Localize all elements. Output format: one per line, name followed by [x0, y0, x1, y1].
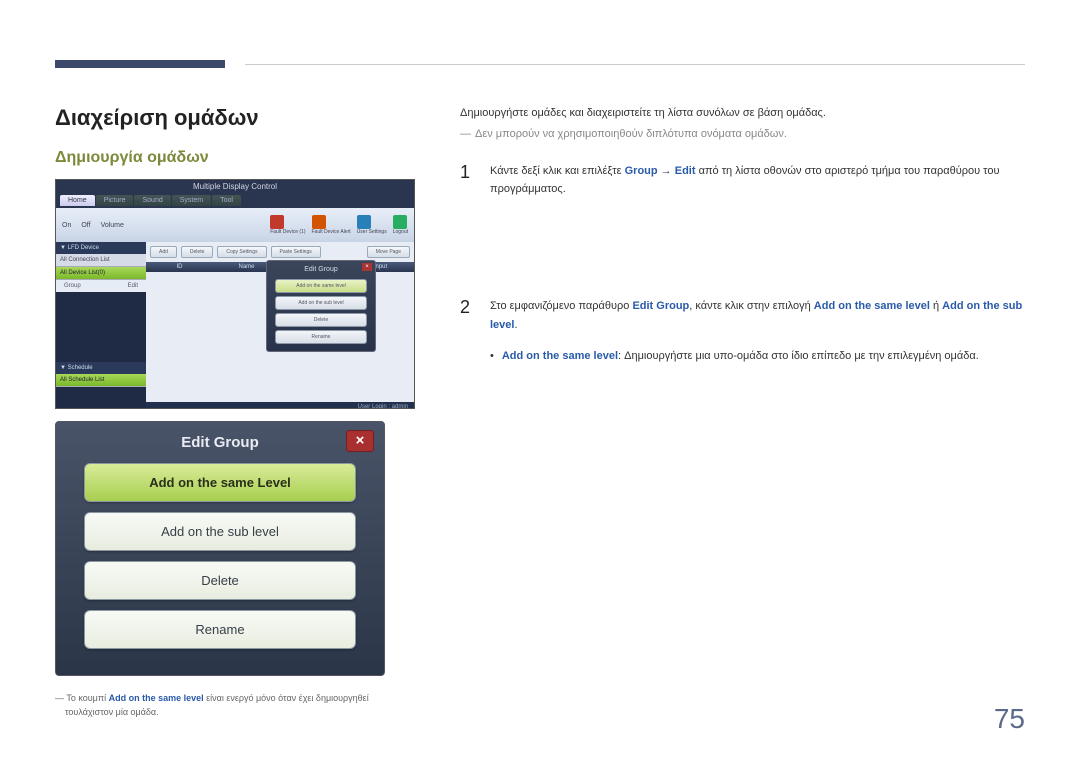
header-accent-bar: [55, 60, 225, 68]
step-1-number: 1: [460, 162, 476, 199]
edit-group-dialog: Edit Group × Add on the same Level Add o…: [55, 421, 385, 676]
step1-kw-edit: Edit: [675, 165, 696, 177]
popup-title: Edit Group: [271, 265, 371, 276]
header-rule: [245, 64, 1025, 65]
app-footer: User Login : admin: [146, 402, 414, 409]
sidebar-device-list[interactable]: All Device List(0): [56, 267, 146, 280]
bullet-kw: Add on the same level: [502, 350, 618, 362]
footnote: ― Το κουμπί Add on the same level είναι …: [55, 692, 415, 719]
tab-picture[interactable]: Picture: [96, 195, 134, 206]
btn-move-page[interactable]: Move Page: [367, 246, 410, 258]
step2-pre: Στο εμφανιζόμενο παράθυρο: [490, 300, 632, 312]
btn-copy[interactable]: Copy Settings: [217, 246, 266, 258]
app-main-area: Add Delete Copy Settings Paste Settings …: [146, 242, 414, 409]
page-subheading: Δημιουργία ομάδων: [55, 149, 415, 167]
tab-system[interactable]: System: [172, 195, 211, 206]
app-screenshot: Multiple Display Control Home Picture So…: [55, 179, 415, 409]
step1-kw-group: Group: [625, 165, 658, 177]
dialog-btn-sub-level[interactable]: Add on the sub level: [84, 512, 356, 551]
step-2: 2 Στο εμφανιζόμενο παράθυρο Edit Group, …: [460, 297, 1025, 366]
app-toolbar: On Off Volume Fault Device (1) Fault Dev…: [56, 208, 414, 242]
sidebar-lfd-header[interactable]: ▼ LFD Device: [56, 242, 146, 254]
step-2-body: Στο εμφανιζόμενο παράθυρο Edit Group, κά…: [490, 297, 1025, 366]
popup-opt-same-level[interactable]: Add on the same level: [275, 279, 367, 293]
sidebar-group-row[interactable]: Group Edit: [56, 280, 146, 292]
page-number: 75: [994, 703, 1025, 735]
btn-add[interactable]: Add: [150, 246, 177, 258]
app-window-title: Multiple Display Control: [56, 180, 414, 193]
page-heading: Διαχείριση ομάδων: [55, 105, 415, 131]
step2-post: .: [514, 319, 517, 331]
sidebar-group-label: Group: [64, 283, 81, 289]
intro-text: Δημιουργήστε ομάδες και διαχειριστείτε τ…: [460, 105, 1025, 122]
step1-pre: Κάντε δεξί κλικ και επιλέξτε: [490, 165, 625, 177]
dialog-close-icon[interactable]: ×: [346, 430, 374, 452]
bullet-dot-icon: •: [490, 348, 494, 366]
col-id: ID: [146, 262, 213, 272]
tab-home[interactable]: Home: [60, 195, 95, 206]
step2-mid2: ή: [930, 300, 942, 312]
logout-label: Logout: [393, 229, 408, 235]
step-2-number: 2: [460, 297, 476, 366]
step-1-body: Κάντε δεξί κλικ και επιλέξτε Group → Edi…: [490, 162, 1025, 199]
step1-arrow: →: [658, 165, 675, 177]
fault-device-label: Fault Device (1): [270, 229, 305, 235]
step2-kw-editgroup: Edit Group: [632, 300, 689, 312]
fault-device-icon[interactable]: [270, 215, 284, 229]
app-sidebar: ▼ LFD Device All Connection List All Dev…: [56, 242, 146, 409]
step2-kw-samelevel: Add on the same level: [814, 300, 930, 312]
step-1: 1 Κάντε δεξί κλικ και επιλέξτε Group → E…: [460, 162, 1025, 199]
dialog-btn-delete[interactable]: Delete: [84, 561, 356, 600]
sidebar-group-edit[interactable]: Edit: [128, 283, 138, 289]
bullet-text: : Δημιουργήστε μια υπο-ομάδα στο ίδιο επ…: [618, 350, 979, 362]
popup-opt-delete[interactable]: Delete: [275, 313, 367, 327]
dialog-title: Edit Group: [64, 428, 376, 463]
note-dash: ―: [460, 128, 471, 140]
sidebar-schedule-header[interactable]: ▼ Schedule: [56, 362, 146, 374]
dialog-btn-rename[interactable]: Rename: [84, 610, 356, 649]
footnote-prefix: ― Το κουμπί: [55, 693, 109, 703]
step2-bullet: • Add on the same level: Δημιουργήστε μι…: [490, 348, 1025, 366]
note-body: Δεν μπορούν να χρησιμοποιηθούν διπλότυπα…: [475, 128, 787, 140]
fault-alert-icon[interactable]: [312, 215, 326, 229]
popup-opt-rename[interactable]: Rename: [275, 330, 367, 344]
popup-close-icon[interactable]: ×: [362, 263, 372, 271]
fault-alert-label: Fault Device Alert: [312, 229, 351, 235]
edit-group-popup-small: Edit Group × Add on the same level Add o…: [266, 260, 376, 352]
user-settings-label: User Settings: [357, 229, 387, 235]
btn-delete[interactable]: Delete: [181, 246, 213, 258]
logout-icon[interactable]: [393, 215, 407, 229]
popup-opt-sub-level[interactable]: Add on the sub level: [275, 296, 367, 310]
footnote-keyword: Add on the same level: [109, 693, 204, 703]
sidebar-schedule-list[interactable]: All Schedule List: [56, 374, 146, 387]
user-settings-icon[interactable]: [357, 215, 371, 229]
sidebar-connection-list[interactable]: All Connection List: [56, 254, 146, 267]
note-text: ― Δεν μπορούν να χρησιμοποιηθούν διπλότυπ…: [460, 128, 1025, 140]
tab-tool[interactable]: Tool: [212, 195, 241, 206]
toolbar-volume[interactable]: Volume: [101, 222, 124, 229]
step2-mid1: , κάντε κλικ στην επιλογή: [689, 300, 814, 312]
dialog-btn-same-level[interactable]: Add on the same Level: [84, 463, 356, 502]
toolbar-off[interactable]: Off: [81, 222, 90, 229]
toolbar-on[interactable]: On: [62, 222, 71, 229]
app-tabs: Home Picture Sound System Tool: [56, 193, 414, 208]
tab-sound[interactable]: Sound: [134, 195, 170, 206]
btn-paste[interactable]: Paste Settings: [271, 246, 321, 258]
